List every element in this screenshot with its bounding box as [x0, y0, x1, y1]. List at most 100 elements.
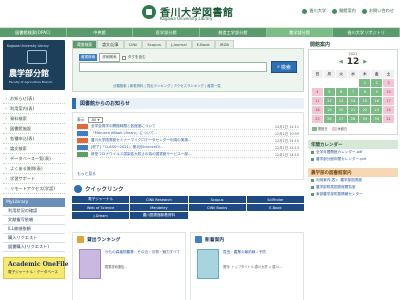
calendar-day[interactable]: 24	[383, 106, 394, 114]
calendar-day[interactable]: 29	[359, 115, 371, 123]
calendar-day[interactable]: 26	[323, 115, 335, 123]
bullet-icon	[311, 158, 314, 161]
news-more-link[interactable]: もっと見る	[77, 171, 96, 177]
header-link-hours[interactable]: 開館案内	[332, 8, 356, 14]
tab-jjournal[interactable]: J-Journal	[165, 40, 192, 48]
calendar-day[interactable]: 9	[371, 88, 383, 96]
tab-irdb[interactable]: IRDB	[214, 40, 235, 48]
pdf-link[interactable]: 農学部分館年間カレンダー.pdf	[308, 156, 398, 163]
news-item[interactable]: [終了]『CLASS～2021』第1回ScienceDi… 12月1日 14:13	[77, 144, 299, 151]
calendar-day[interactable]: 11	[312, 97, 323, 105]
news-filter-select[interactable]: All ▾	[87, 116, 104, 123]
quick-link[interactable]: SciFinder	[246, 196, 304, 203]
left-menu-item[interactable]: › お知らせ(表)	[3, 94, 65, 104]
tab-cinii[interactable]: CiNii	[123, 40, 143, 48]
calendar-day[interactable]: 1	[359, 79, 371, 87]
calendar-day[interactable]: 28	[347, 115, 359, 123]
quick-link[interactable]: CiNii Research	[130, 196, 188, 203]
include-tags-checkbox[interactable]	[121, 55, 126, 60]
opac-search-option[interactable]: 蔵書検索	[79, 54, 98, 61]
quick-link[interactable]: Web of Science	[72, 204, 130, 211]
advanced-search-option[interactable]: 詳細検索	[99, 53, 120, 62]
next-month-button[interactable]: ▶	[363, 59, 367, 65]
mylibrary-link[interactable]: 利用状況の確認	[3, 207, 65, 216]
news-list: 表示 All ▾ 全学会員学の開館時間と各館室について 12月1日 14:11 『…	[72, 112, 304, 180]
search-sub-links[interactable]: 分類検索 | 新着資料 | 貸出ランキング | アクセスランキング | 蔵書一覧	[113, 83, 221, 88]
calendar-day[interactable]: 16	[371, 97, 383, 105]
quick-link[interactable]: J-Dream	[72, 212, 130, 219]
ranking-book-title[interactable]: かもの森植物農業：その近・引物・魅力すべて	[105, 250, 181, 255]
calendar-day[interactable]: 23	[371, 106, 383, 114]
left-menu-item[interactable]: › よくある質問(表)	[3, 164, 65, 174]
calendar-day[interactable]: 12	[323, 97, 335, 105]
book-cover[interactable]	[197, 249, 219, 279]
calendar-day[interactable]: 14	[347, 97, 359, 105]
calendar-day[interactable]: 2	[371, 79, 383, 87]
left-menu-item[interactable]: › 利用案内(表)	[3, 104, 65, 114]
calendar-day[interactable]: 21	[347, 106, 359, 114]
new-book-title[interactable]: 昆虫・農業の最前線 / 予防	[223, 250, 299, 255]
mylibrary-link[interactable]: 文献複写依頼	[3, 216, 65, 225]
calendar-day[interactable]: 18	[312, 106, 323, 114]
search-button[interactable]: ⌕ 検索	[271, 61, 297, 73]
calendar-day[interactable]: 3	[383, 79, 394, 87]
quick-link[interactable]: Mendeley	[130, 204, 188, 211]
nav-engineering[interactable]: 創造工学部分館	[200, 28, 267, 37]
tab-scopus[interactable]: Scopus	[142, 40, 166, 48]
header-link-contact[interactable]: お問い合わせ	[361, 8, 394, 14]
mylibrary-link[interactable]: 図書購入(リクエスト)	[3, 243, 65, 252]
quick-link[interactable]: E-Book	[246, 204, 304, 211]
left-menu-item[interactable]: › 各種申込(表)	[3, 134, 65, 144]
mylibrary-link[interactable]: 購入リクエスト	[3, 234, 65, 243]
tab-articles[interactable]: 論文/記事	[97, 40, 124, 48]
branch-guide-link[interactable]: 農学部附属図書館閲覧室	[308, 184, 398, 191]
news-item[interactable]: 全学会員学の開館時間と各館室について 12月1日 14:11	[77, 123, 299, 130]
calendar-day[interactable]: 30	[371, 115, 383, 123]
calendar-day[interactable]: 8	[359, 88, 371, 96]
calendar-day[interactable]: 4	[312, 88, 323, 96]
news-item[interactable]: 農川大学図書館セミナーマイクロデータセンター利用の実施… 12月1日 14:10	[77, 137, 299, 144]
news-item[interactable]: 新型コロナウイルス感染拡大防止の為の図書館サービス一部… 12月1日 14:10	[77, 151, 299, 158]
left-menu-item[interactable]: › 論文検索	[3, 144, 65, 154]
nav-opac[interactable]: 図書館検索(OPAC)	[0, 28, 67, 37]
quick-link[interactable]: 農川図書館新着資料	[130, 212, 188, 219]
left-menu-item[interactable]: › データベース一覧(表)	[3, 154, 65, 164]
quick-link[interactable]: Scopus	[188, 196, 246, 203]
tab-ebook[interactable]: E-Book	[191, 40, 215, 48]
tab-opac[interactable]: 蔵書検索	[72, 40, 98, 48]
calendar-day[interactable]: 5	[323, 88, 335, 96]
calendar-day[interactable]: 22	[359, 106, 371, 114]
calendar-day[interactable]: 7	[347, 88, 359, 96]
calendar-day[interactable]: 10	[383, 88, 394, 96]
news-item[interactable]: 『Maruzen eBook Library』について… 12月1日 10:59	[77, 130, 299, 137]
left-menu-item[interactable]: › 学習サポート	[3, 174, 65, 184]
nav-central[interactable]: 中央館	[67, 28, 134, 37]
header-link-university[interactable]: 香川大学	[302, 8, 326, 14]
left-menu-item[interactable]: › 図書館施設	[3, 124, 65, 134]
mylibrary-link[interactable]: ILL貸借依頼	[3, 225, 65, 234]
quick-link[interactable]: CiNii Books	[188, 204, 246, 211]
left-menu-item[interactable]: › 資料検索	[3, 114, 65, 124]
branch-guide-link[interactable]: 東部農学部附属情報センター	[308, 191, 398, 198]
pdf-link[interactable]: 全学年間開館カレンダー.pdf	[308, 149, 398, 156]
left-menu-item[interactable]: › リモートアクセス(学認)	[3, 184, 65, 194]
search-input[interactable]	[79, 62, 267, 72]
quick-link[interactable]: 電子ジャーナル	[72, 196, 130, 203]
prev-month-button[interactable]: ◀	[339, 59, 343, 65]
calendar-day[interactable]: 6	[335, 88, 347, 96]
calendar-day[interactable]: 27	[335, 115, 347, 123]
calendar-day[interactable]: 13	[335, 97, 347, 105]
academic-onefile-banner[interactable]: Academic OneFile 電子ジャーナル・データベース	[3, 257, 69, 279]
calendar-day[interactable]: 31	[383, 115, 394, 123]
nav-medical[interactable]: 医学部分館	[133, 28, 201, 37]
calendar-day[interactable]: 20	[335, 106, 347, 114]
nav-repository[interactable]: 香川大学リポジトリ	[333, 28, 400, 37]
calendar-day[interactable]: 25	[312, 115, 323, 123]
nav-agriculture[interactable]: 農学部分館	[266, 28, 334, 37]
book-cover[interactable]	[79, 249, 101, 279]
site-logo[interactable]: 香川大学図書館 Kagawa University Library	[142, 4, 254, 24]
calendar-day[interactable]: 17	[383, 97, 394, 105]
calendar-day[interactable]: 19	[323, 106, 335, 114]
calendar-day[interactable]: 15	[359, 97, 371, 105]
branch-guide-link[interactable]: 利用案内(表)：農学部図書館	[308, 177, 398, 184]
